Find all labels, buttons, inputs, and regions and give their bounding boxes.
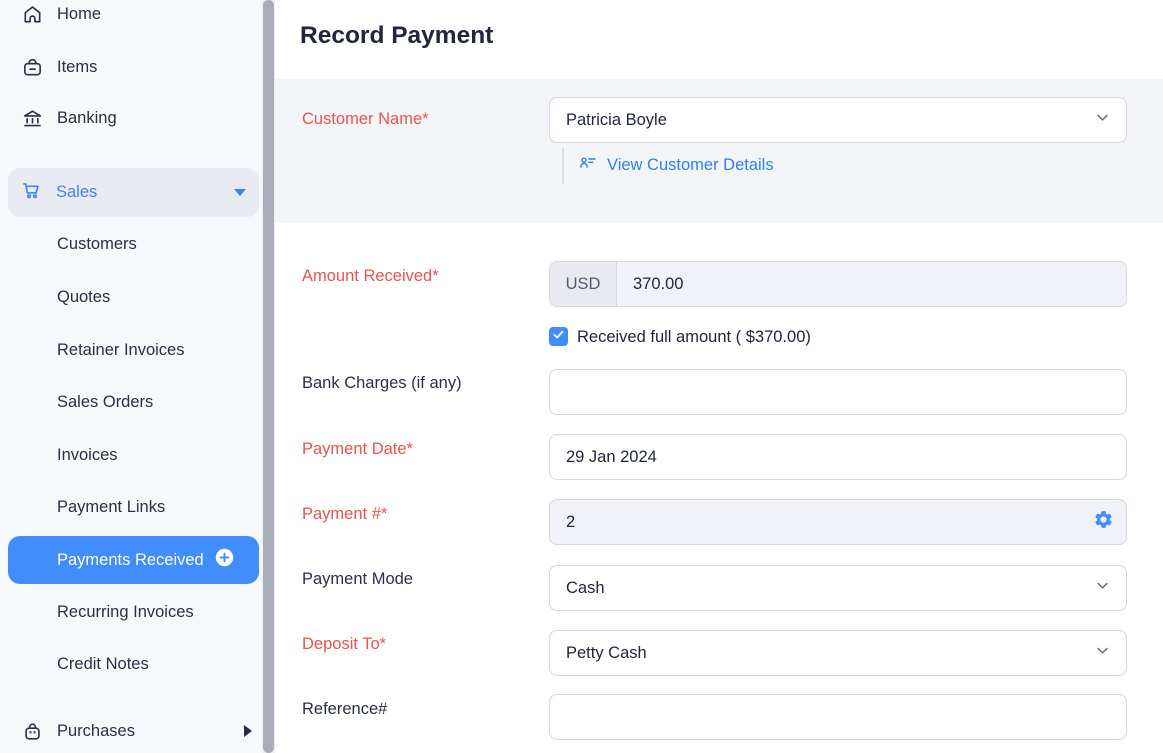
payment-number-input[interactable]: [550, 500, 1093, 544]
sidebar-item-label: Payment Links: [57, 498, 165, 517]
sidebar-item-label: Purchases: [57, 722, 135, 741]
sidebar-item-retainer-invoices[interactable]: Retainer Invoices: [57, 330, 184, 370]
checkmark-icon: [552, 328, 565, 346]
page-title: Record Payment: [300, 22, 493, 50]
deposit-to-label: Deposit To*: [302, 634, 386, 654]
sidebar-scrollbar[interactable]: [262, 0, 275, 753]
sidebar-item-banking[interactable]: Banking: [20, 98, 117, 138]
payment-date-label: Payment Date*: [302, 439, 413, 459]
plus-circle-icon[interactable]: [214, 547, 235, 573]
sidebar-item-label: Invoices: [57, 446, 118, 465]
sidebar-item-label: Retainer Invoices: [57, 341, 184, 360]
sidebar-item-purchases[interactable]: Purchases: [20, 711, 252, 751]
home-icon: [20, 3, 44, 26]
chevron-down-icon: [1093, 108, 1112, 132]
cart-icon: [20, 179, 43, 207]
sidebar-item-label: Recurring Invoices: [57, 603, 194, 622]
chevron-right-icon: [244, 725, 252, 737]
sidebar-item-label: Items: [57, 58, 97, 77]
sidebar-item-label: Banking: [57, 109, 117, 128]
sidebar-item-label: Payments Received: [57, 551, 204, 570]
reference-input[interactable]: [549, 694, 1127, 740]
items-icon: [20, 56, 44, 79]
payment-mode-label: Payment Mode: [302, 569, 413, 589]
app-window: Home Items Ban: [0, 0, 1163, 753]
view-customer-details-label: View Customer Details: [607, 156, 774, 175]
payment-mode-select[interactable]: Cash: [549, 565, 1127, 611]
customer-name-label: Customer Name*: [302, 109, 429, 129]
sidebar-item-recurring-invoices[interactable]: Recurring Invoices: [57, 592, 194, 632]
sidebar-item-items[interactable]: Items: [20, 47, 97, 87]
sidebar-item-label: Sales Orders: [57, 393, 153, 412]
payment-number-input-group: [549, 499, 1127, 545]
sidebar-item-payments-received[interactable]: Payments Received: [8, 536, 259, 584]
deposit-to-value: Petty Cash: [566, 644, 1093, 663]
payment-number-label: Payment #*: [302, 504, 387, 524]
bank-charges-input[interactable]: [549, 369, 1127, 415]
sidebar-item-payment-links[interactable]: Payment Links: [57, 487, 165, 527]
banking-icon: [20, 107, 44, 130]
sidebar-item-label: Quotes: [57, 288, 110, 307]
customer-details-icon: [578, 153, 598, 178]
sidebar-item-label: Credit Notes: [57, 655, 149, 674]
sidebar-item-label: Home: [57, 5, 101, 24]
sidebar-item-home[interactable]: Home: [20, 0, 101, 34]
amount-received-input[interactable]: [617, 262, 1126, 306]
bank-charges-label: Bank Charges (if any): [302, 373, 462, 393]
sidebar-item-label: Sales: [56, 183, 97, 202]
amount-received-label: Amount Received*: [302, 266, 439, 286]
chevron-down-icon: [234, 189, 246, 196]
view-customer-details-link[interactable]: View Customer Details: [578, 150, 774, 180]
scrollbar-thumb[interactable]: [263, 0, 274, 753]
sidebar-item-quotes[interactable]: Quotes: [57, 277, 110, 317]
received-full-amount-label[interactable]: Received full amount ( $370.00): [577, 328, 811, 347]
record-payment-form: Record Payment Customer Name* Patricia B…: [275, 0, 1163, 753]
payment-date-input[interactable]: [549, 434, 1127, 480]
divider: [562, 148, 564, 184]
sidebar-item-label: Customers: [57, 235, 137, 254]
chevron-down-icon: [1093, 576, 1112, 600]
amount-received-input-group: USD: [549, 261, 1127, 307]
payment-mode-value: Cash: [566, 579, 1093, 598]
deposit-to-select[interactable]: Petty Cash: [549, 630, 1127, 676]
currency-prefix: USD: [550, 262, 617, 306]
customer-name-select[interactable]: Patricia Boyle: [549, 97, 1127, 143]
reference-label: Reference#: [302, 699, 387, 719]
sidebar-item-sales-orders[interactable]: Sales Orders: [57, 382, 153, 422]
chevron-down-icon: [1093, 641, 1112, 665]
sidebar-item-invoices[interactable]: Invoices: [57, 435, 118, 475]
bag-icon: [20, 720, 44, 743]
sidebar-item-credit-notes[interactable]: Credit Notes: [57, 644, 149, 684]
sidebar-item-sales[interactable]: Sales: [8, 168, 259, 217]
received-full-amount-checkbox[interactable]: [549, 327, 568, 346]
customer-name-value: Patricia Boyle: [566, 111, 1093, 130]
gear-icon[interactable]: [1093, 509, 1114, 535]
sidebar-item-customers[interactable]: Customers: [57, 224, 137, 264]
sidebar: Home Items Ban: [0, 0, 262, 753]
